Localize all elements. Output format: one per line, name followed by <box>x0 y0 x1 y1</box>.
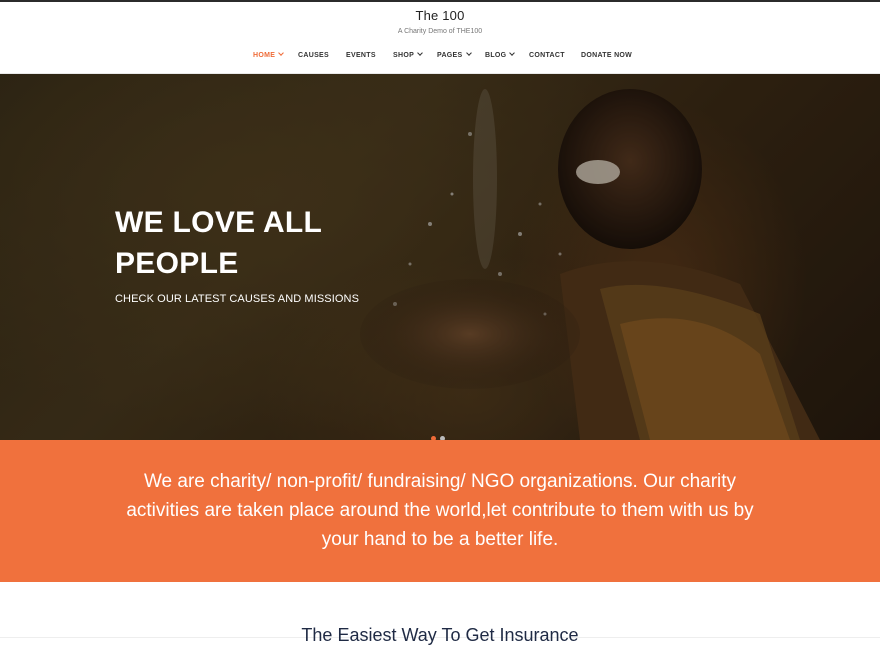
nav-item-label: PAGES <box>437 52 463 59</box>
chevron-down-icon <box>417 50 423 56</box>
nav-item-donate-now[interactable]: DONATE NOW <box>581 52 632 59</box>
nav-item-causes[interactable]: CAUSES <box>298 52 329 59</box>
nav-item-label: SHOP <box>393 52 415 59</box>
main-navigation: HOME CAUSES EVENTS SHOP PAGES BLOG CONTA… <box>0 50 880 66</box>
nav-item-contact[interactable]: CONTACT <box>529 52 565 59</box>
nav-item-label: DONATE NOW <box>581 52 633 59</box>
nav-item-shop[interactable]: SHOP <box>393 50 423 59</box>
chevron-down-icon <box>509 50 516 56</box>
site-title[interactable]: The 100 <box>0 8 880 23</box>
chevron-down-icon <box>465 50 472 56</box>
mission-text: We are charity/ non-profit/ fundraising/… <box>126 471 754 550</box>
nav-item-label: CONTACT <box>529 52 565 59</box>
chevron-down-icon <box>278 50 285 56</box>
section-heading: The Easiest Way To Get Insurance <box>301 625 579 645</box>
mission-banner: We are charity/ non-profit/ fundraising/… <box>0 440 880 582</box>
hero-slider: WE LOVE ALL PEOPLE CHECK OUR LATEST CAUS… <box>0 74 880 440</box>
site-tagline: A Charity Demo of THE100 <box>397 28 483 35</box>
nav-item-label: BLOG <box>485 52 507 59</box>
site-header: The 100 A Charity Demo of THE100 HOME CA… <box>0 2 880 74</box>
nav-item-label: HOME <box>253 52 276 59</box>
hero-title: WE LOVE ALL PEOPLE <box>115 206 322 280</box>
nav-item-label: CAUSES <box>298 52 329 59</box>
nav-item-label: EVENTS <box>346 52 376 59</box>
nav-item-blog[interactable]: BLOG <box>485 50 516 59</box>
nav-item-pages[interactable]: PAGES <box>437 50 472 59</box>
nav-item-events[interactable]: EVENTS <box>346 52 376 59</box>
slider-pagination <box>431 428 449 440</box>
nav-item-home[interactable]: HOME <box>253 50 285 59</box>
hero-subtitle: CHECK OUR LATEST CAUSES AND MISSIONS <box>115 293 360 305</box>
